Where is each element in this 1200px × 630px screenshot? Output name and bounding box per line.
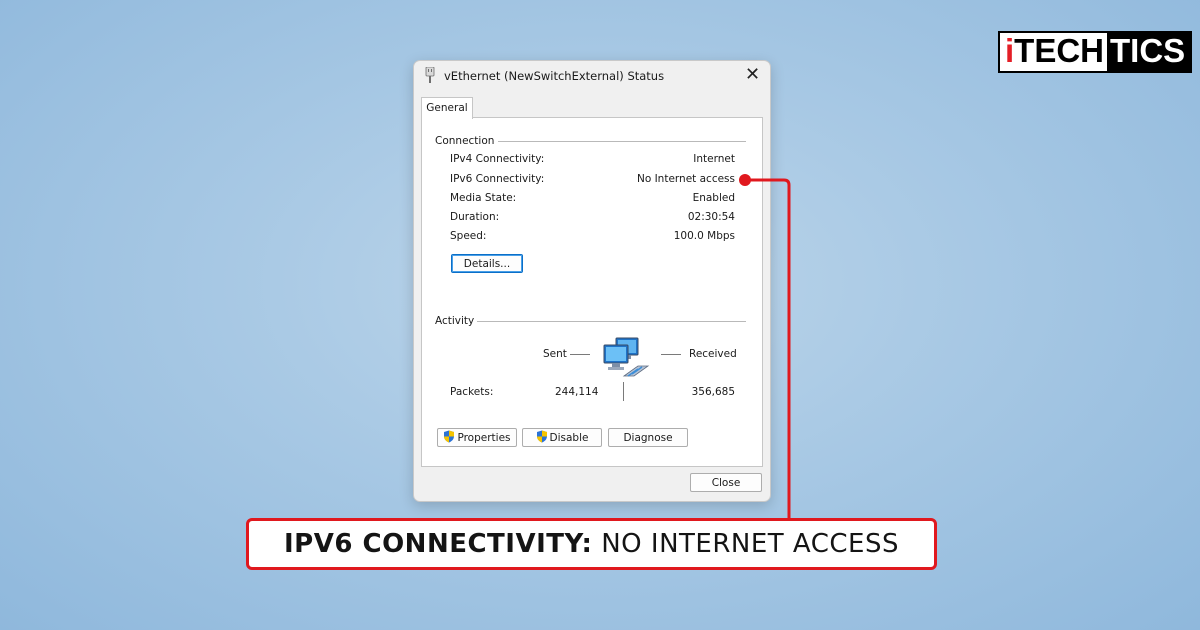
- callout-line: [745, 178, 791, 519]
- callout-banner: IPV6 CONNECTIVITY: NO INTERNET ACCESS: [246, 518, 937, 570]
- tab-general[interactable]: General: [421, 97, 473, 119]
